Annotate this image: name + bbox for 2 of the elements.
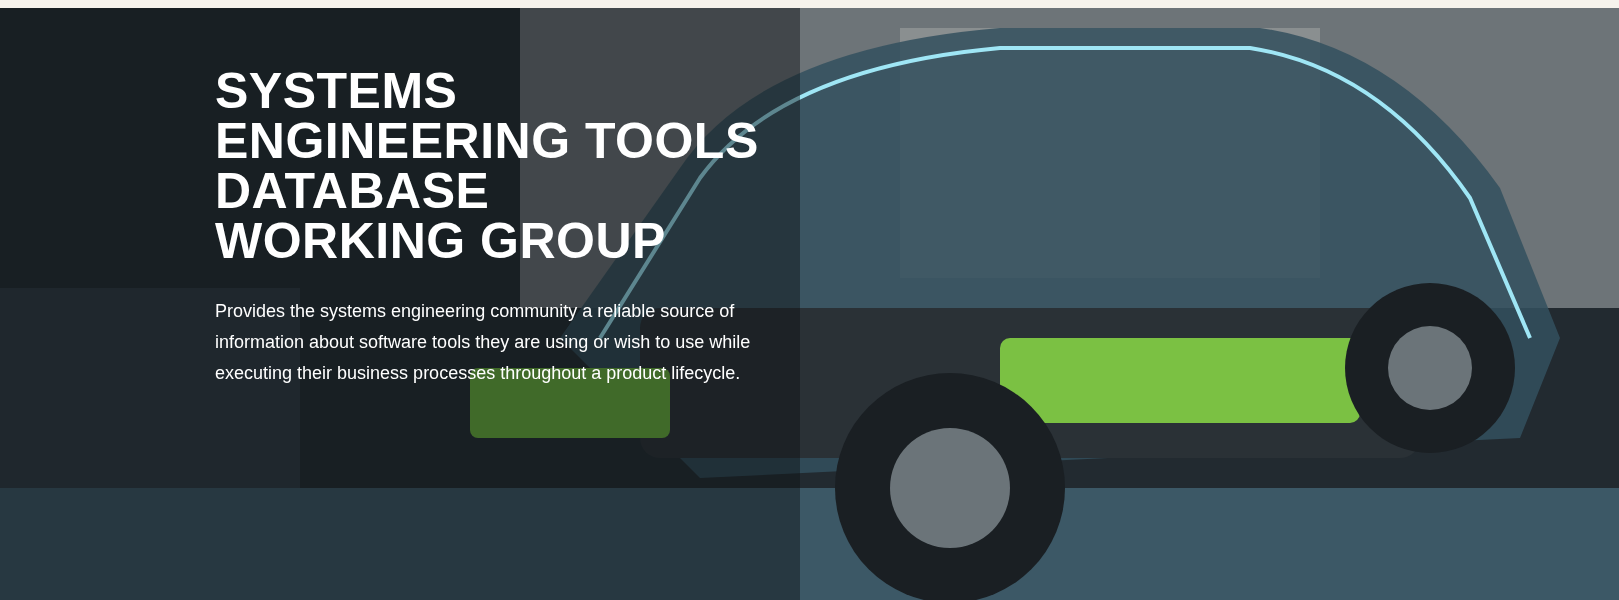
hero-description: Provides the systems engineering community a reliable source of information about software tools they are using or wish to use while executing their business processes throughout a product lifecycle. [215, 300, 752, 385]
hero-heading: SYSTEMS ENGINEERING TOOLS DATABASE WORKING GROUP [215, 66, 760, 266]
